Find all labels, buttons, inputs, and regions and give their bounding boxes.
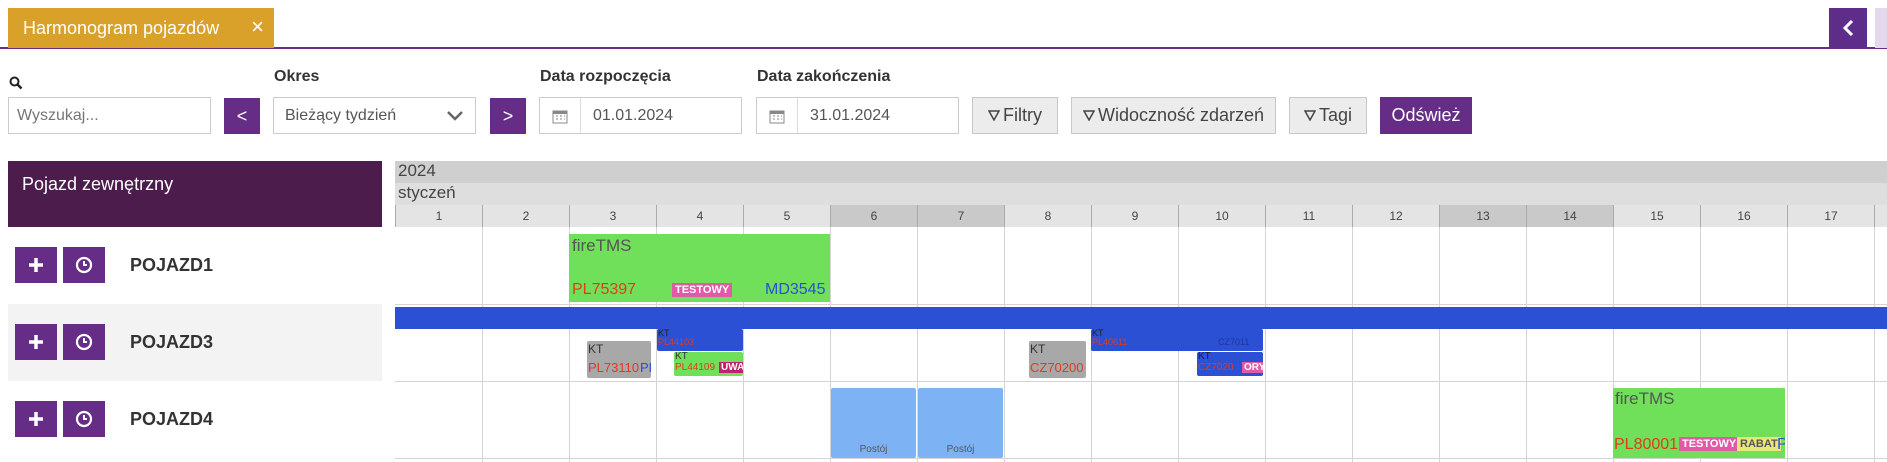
clock-icon <box>75 256 93 274</box>
day-cell: 4 <box>656 205 743 227</box>
grid-line <box>482 227 483 462</box>
chevron-left-icon <box>1842 20 1854 36</box>
grid-line <box>830 227 831 462</box>
tags-label: Tagi <box>1318 105 1353 125</box>
filter-icon <box>1303 110 1316 121</box>
next-period-button[interactable]: > <box>490 98 526 134</box>
calendar-icon[interactable] <box>540 98 581 133</box>
day-cell: 6 <box>830 205 917 227</box>
event-visibility-label: Widoczność zdarzeń <box>1097 105 1265 125</box>
day-cell: 1 <box>395 205 482 227</box>
day-cell: 9 <box>1091 205 1178 227</box>
vehicle-name: POJAZD3 <box>130 332 214 352</box>
day-cell: 16 <box>1700 205 1787 227</box>
start-date-label: Data rozpoczęcia <box>540 68 671 85</box>
day-cell: 11 <box>1265 205 1352 227</box>
grid-line <box>1004 227 1005 462</box>
add-button[interactable] <box>15 247 57 283</box>
start-date-value: 01.01.2024 <box>593 106 674 124</box>
plus-icon <box>29 412 43 426</box>
event-visibility-button[interactable]: Widoczność zdarzeń <box>1071 97 1276 134</box>
month-header: styczeń <box>395 183 1887 205</box>
chevron-down-icon <box>447 111 463 121</box>
vehicle-name: POJAZD1 <box>130 255 214 275</box>
day-cell <box>1874 205 1887 227</box>
year-header: 2024 <box>395 161 1887 183</box>
grid-line <box>1091 227 1092 462</box>
add-button[interactable] <box>15 401 57 437</box>
day-cell: 5 <box>743 205 830 227</box>
filters-button[interactable]: Filtry <box>972 97 1058 134</box>
day-cell: 2 <box>482 205 569 227</box>
grid-line <box>1178 227 1179 462</box>
end-date-value: 31.01.2024 <box>810 106 891 124</box>
calendar-icon[interactable] <box>757 98 798 133</box>
grid-line <box>743 227 744 462</box>
grid-line <box>1352 227 1353 462</box>
day-cell: 3 <box>569 205 656 227</box>
tab-bar <box>0 0 1887 49</box>
left-panel-header: Pojazd zewnętrzny <box>8 161 382 227</box>
period-select[interactable]: Bieżący tydzień <box>273 97 476 134</box>
grid-line <box>1874 227 1875 462</box>
grid-line <box>656 227 657 462</box>
grid-line <box>1613 227 1614 462</box>
clock-icon <box>75 333 93 351</box>
day-cell: 8 <box>1004 205 1091 227</box>
grid-line <box>1526 227 1527 462</box>
day-cell: 10 <box>1178 205 1265 227</box>
row-divider <box>395 381 1887 382</box>
search-input[interactable] <box>8 97 211 134</box>
vehicle-row-3: POJAZD4 <box>8 381 382 458</box>
plus-icon <box>29 335 43 349</box>
end-date-field[interactable]: 31.01.2024 <box>756 97 959 134</box>
start-date-field[interactable]: 01.01.2024 <box>539 97 742 134</box>
row-divider <box>395 458 1887 459</box>
grid-line <box>1700 227 1701 462</box>
period-select-value: Bieżący tydzień <box>285 106 397 124</box>
plus-icon <box>29 258 43 272</box>
filter-icon <box>1082 110 1095 121</box>
history-button[interactable] <box>63 401 105 437</box>
grid-line <box>917 227 918 462</box>
row-divider <box>395 304 1887 305</box>
vehicle-row-1: POJAZD1 <box>8 227 382 304</box>
side-panel-edge <box>1875 8 1887 48</box>
grid-line <box>1265 227 1266 462</box>
day-cell: 17 <box>1787 205 1874 227</box>
day-cell: 7 <box>917 205 1004 227</box>
search-icon <box>9 76 25 92</box>
history-button[interactable] <box>63 247 105 283</box>
timeline-grid <box>395 227 1887 462</box>
day-cell: 13 <box>1439 205 1526 227</box>
vehicle-row-2: POJAZD3 <box>8 304 382 381</box>
end-date-label: Data zakończenia <box>757 68 891 85</box>
day-header: 1 2 3 4 5 6 7 8 9 10 11 12 13 14 15 16 17 <box>395 205 1887 227</box>
clock-icon <box>75 410 93 428</box>
day-cell: 14 <box>1526 205 1613 227</box>
tags-button[interactable]: Tagi <box>1289 97 1367 134</box>
filter-icon <box>988 110 1000 121</box>
history-button[interactable] <box>63 324 105 360</box>
tab-title: Harmonogram pojazdów <box>23 17 220 38</box>
day-cell: 12 <box>1352 205 1439 227</box>
add-button[interactable] <box>15 324 57 360</box>
day-cell: 15 <box>1613 205 1700 227</box>
grid-line <box>1787 227 1788 462</box>
vehicle-name: POJAZD4 <box>130 409 214 429</box>
tab-harmonogram[interactable]: Harmonogram pojazdów × <box>8 8 274 48</box>
prev-period-button[interactable]: < <box>224 98 260 134</box>
collapse-button[interactable] <box>1829 8 1867 48</box>
grid-line <box>569 227 570 462</box>
close-icon[interactable]: × <box>251 16 264 38</box>
refresh-button[interactable]: Odśwież <box>1380 97 1472 134</box>
filters-label: Filtry <box>1003 105 1042 125</box>
period-label: Okres <box>274 68 320 85</box>
grid-line <box>1439 227 1440 462</box>
